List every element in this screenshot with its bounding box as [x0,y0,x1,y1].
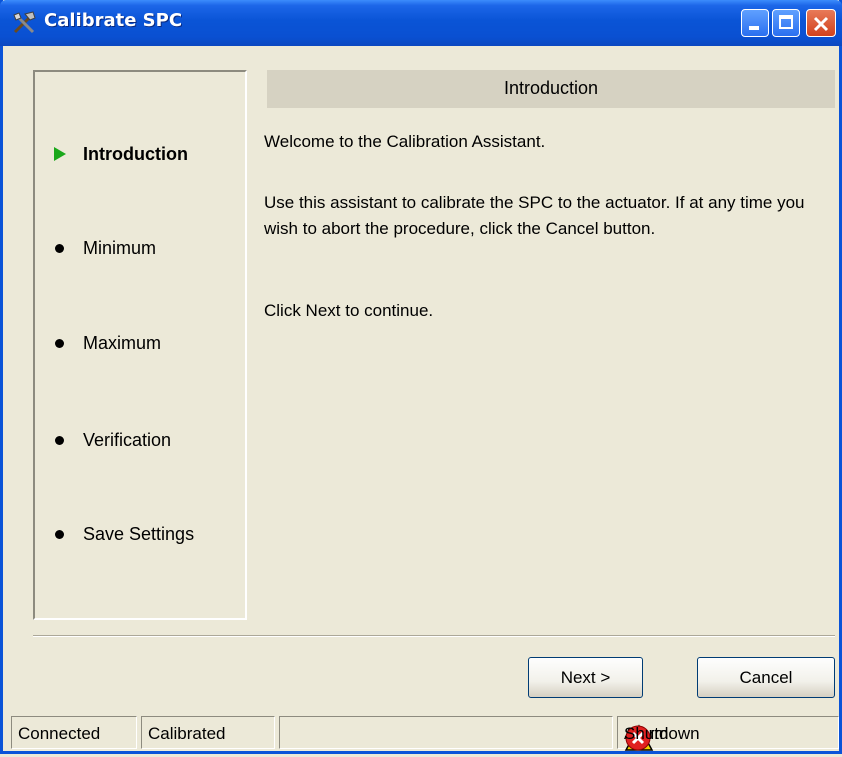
bullet-icon [55,244,64,253]
step-label: Verification [83,430,172,450]
step-label: Save Settings [83,524,195,544]
bullet-icon [55,530,64,539]
minimize-icon [749,26,759,30]
status-bar: Connected Calibrated Alarm Shutdown [3,716,839,751]
content-heading: Introduction [503,78,599,98]
status-connected: Connected [11,716,137,749]
continue-text: Click Next to continue. [264,301,434,320]
close-button[interactable] [806,9,836,37]
maximize-button[interactable] [772,9,800,37]
calibrate-spc-window: Calibrate SPC Introduction Minimum Maxim… [0,0,842,754]
step-label: Maximum [83,333,162,353]
maximize-icon [779,15,793,29]
shutdown-label: Shutdown [624,724,700,743]
status-calibrated-text: Calibrated [148,724,226,743]
separator [33,635,835,637]
tools-icon [10,9,38,37]
status-connected-text: Connected [18,724,101,743]
instructions-text: Use this assistant to calibrate the SPC … [264,193,805,238]
bullet-icon [55,339,64,348]
next-button[interactable]: Next > [528,657,643,698]
welcome-text: Welcome to the Calibration Assistant. [264,132,546,151]
window-title: Calibrate SPC [44,10,183,31]
close-icon [813,16,829,32]
status-alarm-shutdown: Alarm Shutdown [617,716,839,751]
cancel-button[interactable]: Cancel [697,657,835,698]
next-button-label: Next > [560,668,611,687]
title-bar[interactable]: Calibrate SPC [0,0,842,46]
step-label: Minimum [83,238,157,258]
bullet-icon [55,436,64,445]
status-calibrated: Calibrated [141,716,275,749]
play-arrow-icon [54,147,66,161]
minimize-button[interactable] [741,9,769,37]
content-heading-bar: Introduction [267,70,835,108]
cancel-button-label: Cancel [739,668,793,687]
steps-panel: Introduction Minimum Maximum Verificatio… [33,70,247,620]
step-label: Introduction [83,144,188,164]
status-message [279,716,613,749]
